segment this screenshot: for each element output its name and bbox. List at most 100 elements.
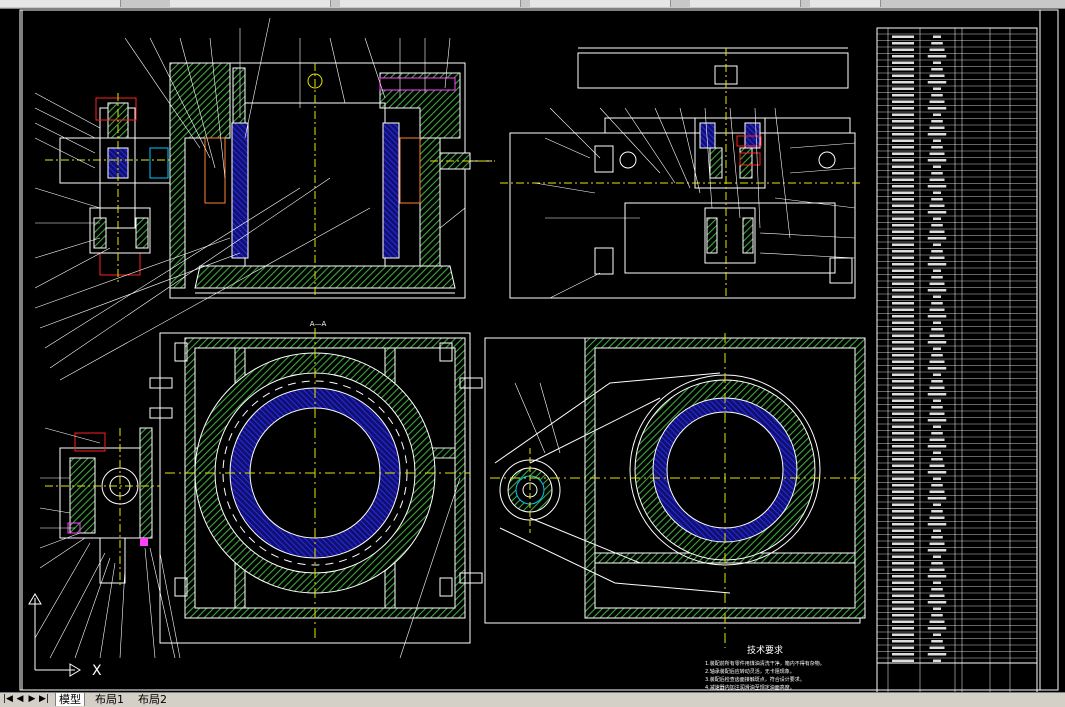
ucs-x-label: X: [92, 663, 102, 679]
table-cell-glyph: [892, 224, 914, 227]
table-cell-glyph: [933, 165, 941, 168]
table-cell-glyph: [892, 451, 914, 454]
table-cell-glyph: [892, 113, 914, 116]
table-cell-glyph: [892, 464, 914, 467]
table-cell-glyph: [929, 100, 945, 103]
table-cell-glyph: [933, 35, 941, 38]
toolbar-segment[interactable]: [340, 0, 521, 7]
toolbar-segment[interactable]: [810, 0, 881, 7]
table-cell-glyph: [892, 48, 914, 51]
table-cell-glyph: [933, 555, 941, 558]
table-cell-glyph: [892, 133, 914, 136]
table-cell-glyph: [927, 263, 947, 266]
table-cell-glyph: [892, 471, 914, 474]
table-cell-glyph: [931, 458, 943, 461]
toolbar-segment[interactable]: [0, 0, 121, 7]
table-cell-glyph: [933, 503, 941, 506]
table-cell-glyph: [929, 516, 945, 519]
table-cell-glyph: [929, 204, 945, 207]
table-cell-glyph: [931, 94, 943, 97]
table-cell-glyph: [892, 269, 914, 272]
table-cell-glyph: [929, 568, 945, 571]
table-cell-glyph: [892, 256, 914, 259]
table-cell-glyph: [892, 432, 914, 435]
table-cell-glyph: [929, 360, 945, 363]
table-cell-glyph: [929, 646, 945, 649]
ucs-icon: X: [28, 593, 102, 679]
table-cell-glyph: [892, 653, 914, 656]
tab-model[interactable]: 模型: [55, 693, 85, 706]
table-cell-glyph: [933, 529, 941, 532]
table-cell-glyph: [892, 347, 914, 350]
table-cell-glyph: [931, 250, 943, 253]
table-cell-glyph: [927, 575, 947, 578]
table-cell-glyph: [892, 61, 914, 64]
table-cell-glyph: [892, 490, 914, 493]
first-tab-button[interactable]: |◀: [2, 694, 14, 705]
table-cell-glyph: [892, 438, 914, 441]
table-cell-glyph: [892, 633, 914, 636]
toolbar-segment[interactable]: [690, 0, 801, 7]
table-cell-glyph: [892, 321, 914, 324]
table-cell-glyph: [892, 87, 914, 90]
section-label: A—A: [310, 320, 327, 328]
table-cell-glyph: [892, 399, 914, 402]
table-cell-glyph: [933, 425, 941, 428]
table-cell-glyph: [933, 373, 941, 376]
table-cell-glyph: [892, 230, 914, 233]
table-cell-glyph: [892, 42, 914, 45]
table-cell-glyph: [892, 152, 914, 155]
table-cell-glyph: [892, 295, 914, 298]
table-cell-glyph: [892, 627, 914, 630]
table-cell-glyph: [933, 191, 941, 194]
toolbar-segment[interactable]: [530, 0, 671, 7]
table-cell-glyph: [927, 159, 947, 162]
tab-layout1[interactable]: 布局1: [92, 693, 127, 706]
table-cell-glyph: [892, 165, 914, 168]
table-cell-glyph: [931, 172, 943, 175]
table-cell-glyph: [929, 74, 945, 77]
table-cell-glyph: [892, 74, 914, 77]
table-cell-glyph: [892, 276, 914, 279]
table-cell-glyph: [931, 510, 943, 513]
table-cell-glyph: [931, 224, 943, 227]
table-cell-glyph: [892, 107, 914, 110]
table-cell-glyph: [892, 393, 914, 396]
table-cell-glyph: [892, 445, 914, 448]
last-tab-button[interactable]: ▶|: [38, 694, 50, 705]
table-cell-glyph: [933, 61, 941, 64]
table-cell-glyph: [933, 243, 941, 246]
table-cell-glyph: [892, 614, 914, 617]
toolbar-segment[interactable]: [170, 0, 331, 7]
table-cell-glyph: [892, 178, 914, 181]
table-cell-glyph: [892, 380, 914, 383]
table-cell-glyph: [892, 419, 914, 422]
table-cell-glyph: [927, 523, 947, 526]
table-cell-glyph: [931, 276, 943, 279]
table-cell-glyph: [892, 282, 914, 285]
table-cell-glyph: [892, 354, 914, 357]
tab-layout2[interactable]: 布局2: [135, 693, 170, 706]
table-cell-glyph: [931, 380, 943, 383]
table-cell-glyph: [929, 490, 945, 493]
table-cell-glyph: [927, 419, 947, 422]
table-cell-glyph: [927, 601, 947, 604]
table-cell-glyph: [892, 81, 914, 84]
table-cell-glyph: [927, 185, 947, 188]
table-cell-glyph: [892, 659, 914, 662]
drawing-canvas[interactable]: 技术要求 1.装配前所有零件用煤油清洗干净，箱内不得有杂物。 2.轴承装配后应转…: [0, 8, 1065, 699]
next-tab-button[interactable]: ▶: [26, 694, 38, 705]
top-right-plan-view: [500, 47, 860, 299]
table-cell-glyph: [892, 516, 914, 519]
prev-tab-button[interactable]: ◀: [14, 694, 26, 705]
table-cell-glyph: [927, 367, 947, 370]
table-cell-glyph: [892, 237, 914, 240]
table-cell-glyph: [929, 594, 945, 597]
table-cell-glyph: [892, 588, 914, 591]
table-cell-glyph: [892, 68, 914, 71]
table-cell-glyph: [892, 159, 914, 162]
table-cell-glyph: [892, 594, 914, 597]
table-cell-glyph: [927, 497, 947, 500]
table-cell-glyph: [933, 139, 941, 142]
table-cell-glyph: [933, 87, 941, 90]
